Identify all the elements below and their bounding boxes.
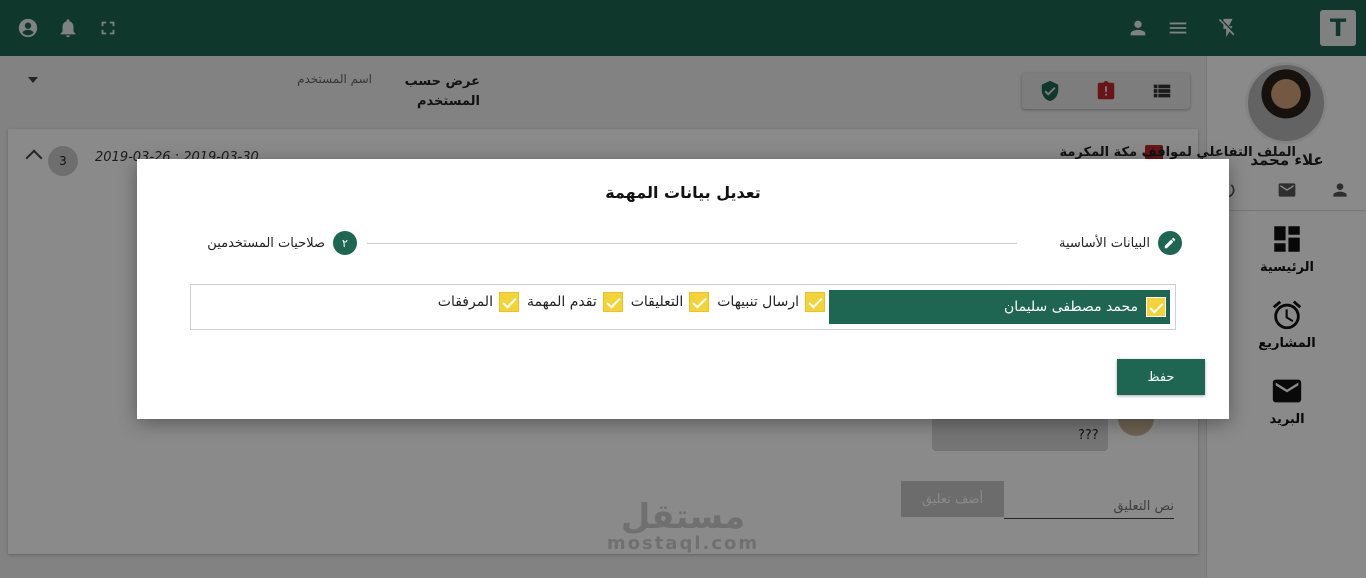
permission-label: ارسال تنبيهات <box>717 294 799 310</box>
permission-label: تقدم المهمة <box>526 294 597 310</box>
step-basic-info[interactable]: البيانات الأساسية <box>1059 231 1182 255</box>
assignee-name: محمد مصطفى سليمان <box>1004 299 1138 315</box>
step-number: ٢ <box>333 231 357 255</box>
stepper-connector <box>367 243 1017 244</box>
attachments-checkbox[interactable] <box>498 292 519 312</box>
comments-checkbox[interactable] <box>689 292 710 312</box>
task-progress-checkbox[interactable] <box>602 292 623 312</box>
permissions-row: محمد مصطفى سليمان المرفقات تقدم المهمة ا… <box>190 284 1176 330</box>
permission-task-progress[interactable]: تقدم المهمة <box>527 292 623 312</box>
permission-label: المرفقات <box>437 294 493 310</box>
save-button[interactable]: حفظ <box>1117 359 1205 395</box>
permission-attachments[interactable]: المرفقات <box>438 292 519 312</box>
step-indicator <box>1158 231 1182 255</box>
permission-options: المرفقات تقدم المهمة التعليقات ارسال تنب… <box>430 292 825 312</box>
send-alerts-checkbox[interactable] <box>805 292 825 312</box>
assignee-chip[interactable]: محمد مصطفى سليمان <box>829 290 1170 324</box>
step-label: البيانات الأساسية <box>1059 235 1150 251</box>
permission-send-alerts[interactable]: ارسال تنبيهات <box>717 292 825 312</box>
edit-task-dialog: تعديل بيانات المهمة البيانات الأساسية ٢ … <box>137 159 1229 419</box>
pencil-icon <box>1164 237 1176 249</box>
step-user-permissions[interactable]: ٢ صلاحيات المستخدمين <box>207 231 357 255</box>
permission-label: التعليقات <box>630 294 684 310</box>
assignee-checkbox[interactable] <box>1146 297 1166 317</box>
permission-comments[interactable]: التعليقات <box>631 292 710 312</box>
step-label: صلاحيات المستخدمين <box>207 235 325 251</box>
dialog-title: تعديل بيانات المهمة <box>605 183 761 202</box>
